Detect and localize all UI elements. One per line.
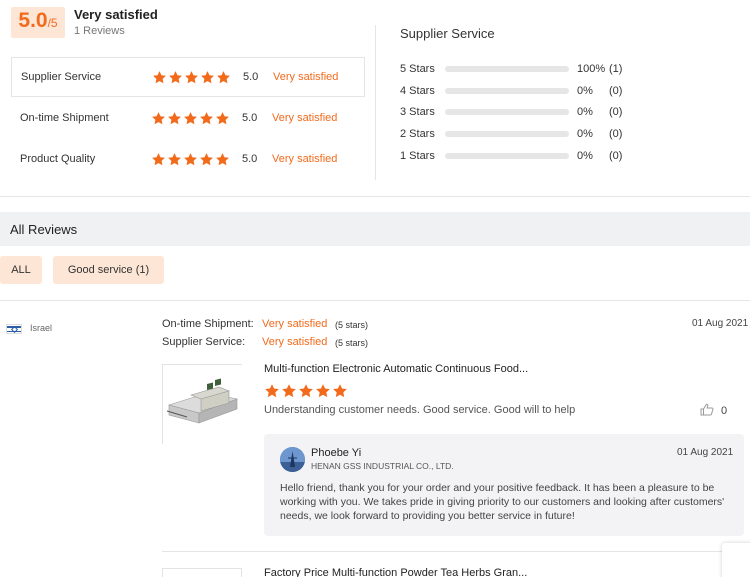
product-rating-stars — [264, 383, 348, 399]
breakdown-count: (0) — [609, 128, 623, 140]
star-icon — [298, 383, 314, 399]
reviews-count: 1 Reviews — [74, 25, 125, 37]
filter-all-button[interactable]: ALL — [0, 256, 42, 284]
supplier-avatar — [280, 447, 305, 472]
breakdown-title: Supplier Service — [400, 26, 495, 41]
reply-text: Hello friend, thank you for your order a… — [280, 482, 725, 522]
breakdown-percent: 0% — [577, 85, 593, 97]
metric-stars — [151, 111, 230, 126]
breakdown-percent: 0% — [577, 106, 593, 118]
all-reviews-title: All Reviews — [10, 222, 78, 237]
review-service-stars: (5 stars) — [335, 338, 369, 348]
breakdown-bar — [445, 131, 569, 137]
breakdown-bar — [445, 66, 569, 72]
israel-flag-icon — [6, 324, 22, 334]
review-comment: Understanding customer needs. Good servi… — [264, 404, 576, 416]
breakdown-count: (0) — [609, 106, 623, 118]
star-icon — [315, 383, 331, 399]
breakdown-count: (1) — [609, 63, 623, 75]
reply-author-name: Phoebe Yi — [311, 447, 362, 459]
breakdown-label: 4 Stars — [400, 85, 435, 97]
review-shipment-value: Very satisfied — [262, 318, 328, 330]
breakdown-label: 2 Stars — [400, 128, 435, 140]
star-icon — [332, 383, 348, 399]
reviews-divider — [0, 300, 750, 301]
star-icon — [200, 70, 215, 85]
review-service-label: Supplier Service: — [162, 336, 246, 348]
metric-text: Very satisfied — [272, 112, 338, 124]
breakdown-label: 3 Stars — [400, 106, 435, 118]
overall-score-max: /5 — [47, 16, 58, 30]
review-divider — [162, 551, 750, 552]
metric-label: Supplier Service — [21, 71, 102, 83]
metric-label: On-time Shipment — [20, 112, 109, 124]
metric-row-product-quality[interactable]: Product Quality 5.0 Very satisfied — [11, 139, 365, 179]
breakdown-count: (0) — [609, 85, 623, 97]
star-icon — [151, 152, 166, 167]
metric-row-on-time-shipment[interactable]: On-time Shipment 5.0 Very satisfied — [11, 98, 365, 138]
metric-score: 5.0 — [243, 71, 259, 83]
next-product-title[interactable]: Factory Price Multi-function Powder Tea … — [264, 567, 527, 577]
product-image[interactable] — [162, 364, 243, 445]
review-date: 01 Aug 2021 — [692, 318, 749, 329]
star-icon — [168, 70, 183, 85]
breakdown-count: (0) — [609, 150, 623, 162]
metric-text: Very satisfied — [272, 153, 338, 165]
breakdown-percent: 0% — [577, 150, 593, 162]
like-button[interactable]: 0 — [700, 403, 727, 419]
star-icon — [151, 111, 166, 126]
product-machine-image — [163, 365, 243, 445]
review-shipment-stars: (5 stars) — [335, 320, 369, 330]
breakdown-percent: 100% — [577, 63, 606, 75]
star-icon — [216, 70, 231, 85]
breakdown-label: 5 Stars — [400, 63, 435, 75]
star-icon — [152, 70, 167, 85]
like-count: 0 — [721, 405, 728, 417]
star-icon — [184, 70, 199, 85]
metric-stars — [152, 70, 231, 85]
star-icon — [183, 111, 198, 126]
breakdown-row-5-stars: 5 Stars 100% (1) — [400, 62, 622, 76]
metric-row-supplier-service[interactable]: Supplier Service 5.0 Very satisfied — [11, 57, 365, 97]
star-icon — [183, 152, 198, 167]
reviewer-country: Israel — [30, 323, 53, 333]
star-icon — [167, 111, 182, 126]
breakdown-percent: 0% — [577, 128, 593, 140]
section-divider — [0, 196, 750, 197]
summary-divider — [375, 25, 376, 180]
metric-score: 5.0 — [242, 153, 258, 165]
breakdown-bar — [445, 88, 569, 94]
breakdown-row-1-stars: 1 Stars 0% (0) — [400, 149, 622, 163]
metric-label: Product Quality — [20, 153, 96, 165]
breakdown-row-4-stars: 4 Stars 0% (0) — [400, 84, 622, 98]
overall-score: 5.0 — [18, 9, 48, 32]
star-icon — [264, 383, 280, 399]
breakdown-row-2-stars: 2 Stars 0% (0) — [400, 127, 622, 141]
breakdown-label: 1 Stars — [400, 150, 435, 162]
review-service-value: Very satisfied — [262, 336, 328, 348]
breakdown-bar — [445, 109, 569, 115]
product-title[interactable]: Multi-function Electronic Automatic Cont… — [264, 363, 528, 375]
floating-widget[interactable] — [722, 543, 750, 577]
metric-stars — [151, 152, 230, 167]
overall-score-badge: 5.0 /5 — [11, 7, 65, 38]
thumbs-up-icon — [700, 403, 714, 419]
metric-text: Very satisfied — [273, 71, 339, 83]
filter-good-service-button[interactable]: Good service (1) — [53, 256, 164, 284]
all-reviews-header — [0, 212, 750, 246]
overall-rating-text: Very satisfied — [74, 7, 158, 22]
breakdown-bar — [445, 153, 569, 159]
star-icon — [215, 152, 230, 167]
metric-score: 5.0 — [242, 112, 258, 124]
review-shipment-label: On-time Shipment: — [162, 318, 254, 330]
star-icon — [199, 111, 214, 126]
reply-author-company: HENAN GSS INDUSTRIAL CO., LTD. — [311, 461, 454, 471]
star-icon — [199, 152, 214, 167]
star-icon — [167, 152, 182, 167]
next-product-image[interactable] — [162, 568, 242, 577]
star-icon — [215, 111, 230, 126]
breakdown-row-3-stars: 3 Stars 0% (0) — [400, 105, 622, 119]
reply-date: 01 Aug 2021 — [677, 447, 734, 458]
star-icon — [281, 383, 297, 399]
